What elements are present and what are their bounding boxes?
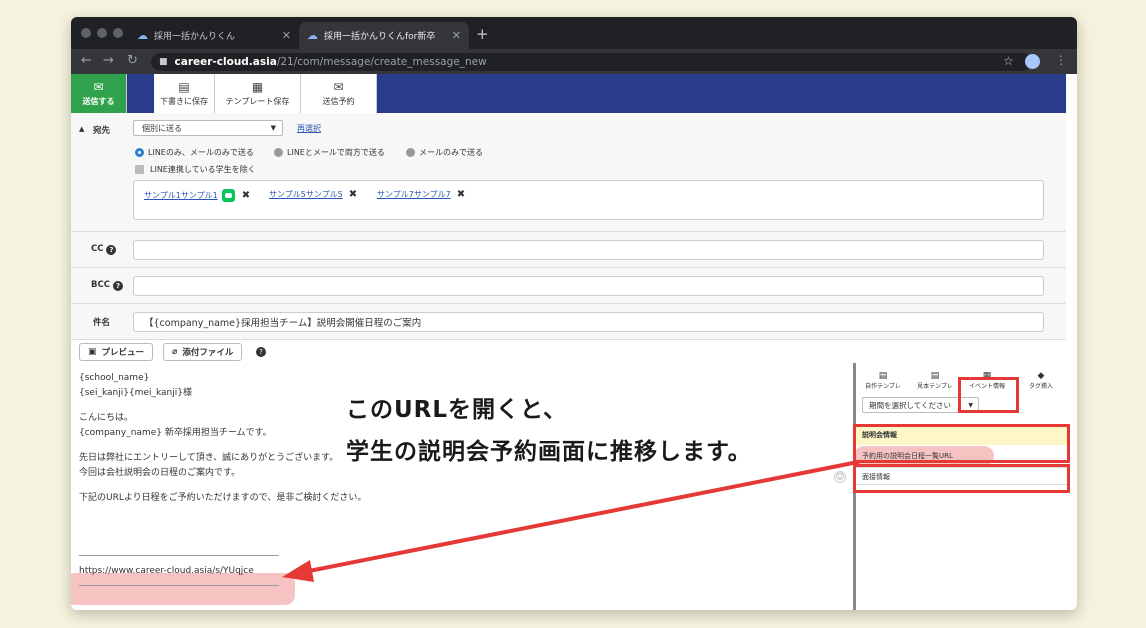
annotation-arrow bbox=[282, 460, 860, 582]
arrow-line bbox=[302, 460, 860, 574]
arrow-head bbox=[282, 560, 314, 582]
